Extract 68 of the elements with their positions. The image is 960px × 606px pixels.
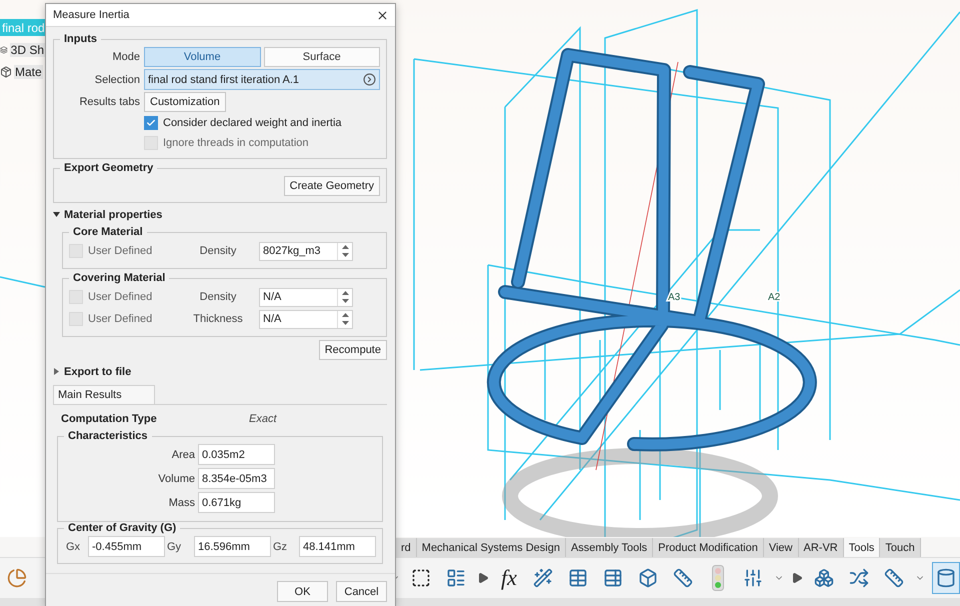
results-tab[interactable]: Main Results xyxy=(53,385,155,404)
group-title: Characteristics xyxy=(67,430,148,442)
field-label: Gz xyxy=(272,540,288,552)
tree-item[interactable]: Mate xyxy=(14,64,43,78)
ribbon-tab[interactable]: Mechanical Systems Design xyxy=(416,538,566,557)
group-title: Export Geometry xyxy=(63,162,154,174)
field-label: Volume xyxy=(157,472,195,484)
ribbon-tab[interactable]: AR-VR xyxy=(798,538,844,557)
group-title: Inputs xyxy=(63,33,98,45)
field-label: Gx xyxy=(65,540,82,552)
value-field[interactable]: 8.354e-05m3 xyxy=(198,468,275,489)
expanded-triangle-icon[interactable] xyxy=(53,211,60,218)
dialog-button[interactable]: OK xyxy=(277,581,328,602)
checkbox-label: Consider declared weight and inertia xyxy=(163,117,342,129)
dialog-button[interactable]: Cancel xyxy=(336,581,387,602)
spin-arrows-icon[interactable] xyxy=(342,313,348,325)
group-title: Covering Material xyxy=(72,272,166,284)
collapsed-triangle-icon[interactable] xyxy=(53,368,60,375)
checkbox-label: User Defined xyxy=(88,245,152,257)
spin-arrows-icon[interactable] xyxy=(342,291,348,303)
group-title: Center of Gravity (G) xyxy=(67,522,178,534)
selection-field[interactable]: final rod stand first iteration A.1 xyxy=(144,69,380,90)
section-title: Export to file xyxy=(64,366,132,378)
checkbox-label: Ignore threads in computation xyxy=(163,137,309,149)
checkbox-label: User Defined xyxy=(88,291,152,303)
play-icon[interactable] xyxy=(791,572,803,584)
ribbon-tab[interactable]: Assembly Tools xyxy=(566,538,654,557)
tree-item[interactable]: 3D Sh xyxy=(10,42,45,56)
value-field[interactable]: 16.596mm xyxy=(194,536,271,557)
ribbon-tab[interactable]: rd xyxy=(396,538,417,557)
field-label: Gy xyxy=(166,540,182,552)
spin-arrows-icon[interactable] xyxy=(342,245,348,257)
value-field[interactable]: 0.035m2 xyxy=(198,444,275,465)
value-field[interactable]: 48.141mm xyxy=(299,536,376,557)
check-icon xyxy=(146,118,156,128)
dialog-title: Measure Inertia xyxy=(53,9,130,21)
field-label: Area xyxy=(170,448,195,460)
package-icon xyxy=(0,66,12,78)
section-title: Material properties xyxy=(64,208,162,220)
ribbon-tab[interactable]: Tools xyxy=(844,538,880,557)
value-field[interactable]: 0.671kg xyxy=(198,492,275,513)
field-label: Selection xyxy=(94,74,140,86)
group-title: Core Material xyxy=(72,226,144,238)
formula-button[interactable]: fx xyxy=(496,565,522,591)
ribbon-tab[interactable]: Touch xyxy=(880,538,921,557)
create-geometry-button[interactable]: Create Geometry xyxy=(284,176,380,196)
ribbon-tab[interactable]: View xyxy=(764,538,798,557)
value-field[interactable]: -0.455mm xyxy=(88,536,165,557)
mode-button[interactable]: Volume xyxy=(144,47,260,67)
checkbox-label: User Defined xyxy=(88,313,152,325)
field-label: Results tabs xyxy=(78,96,140,108)
field-label: Density xyxy=(198,245,238,257)
checkbox[interactable] xyxy=(144,116,158,130)
play-icon[interactable] xyxy=(477,572,489,584)
field-label: Mode xyxy=(111,51,140,63)
cylinder-icon[interactable] xyxy=(932,562,960,594)
mode-button[interactable]: Surface xyxy=(264,47,380,67)
field-label: Computation Type xyxy=(61,413,158,425)
field-label: Mass xyxy=(168,496,195,508)
field-label: Thickness xyxy=(192,313,244,325)
close-button[interactable] xyxy=(376,8,389,22)
ribbon-tab[interactable]: Product Modification xyxy=(653,538,764,557)
recompute-button[interactable]: Recompute xyxy=(318,340,387,360)
field-label: Density xyxy=(198,291,238,303)
layers-icon xyxy=(0,44,8,56)
field-value: Exact xyxy=(249,413,278,425)
plane-edge-line xyxy=(0,276,46,288)
customization-button[interactable]: Customization xyxy=(144,92,226,112)
